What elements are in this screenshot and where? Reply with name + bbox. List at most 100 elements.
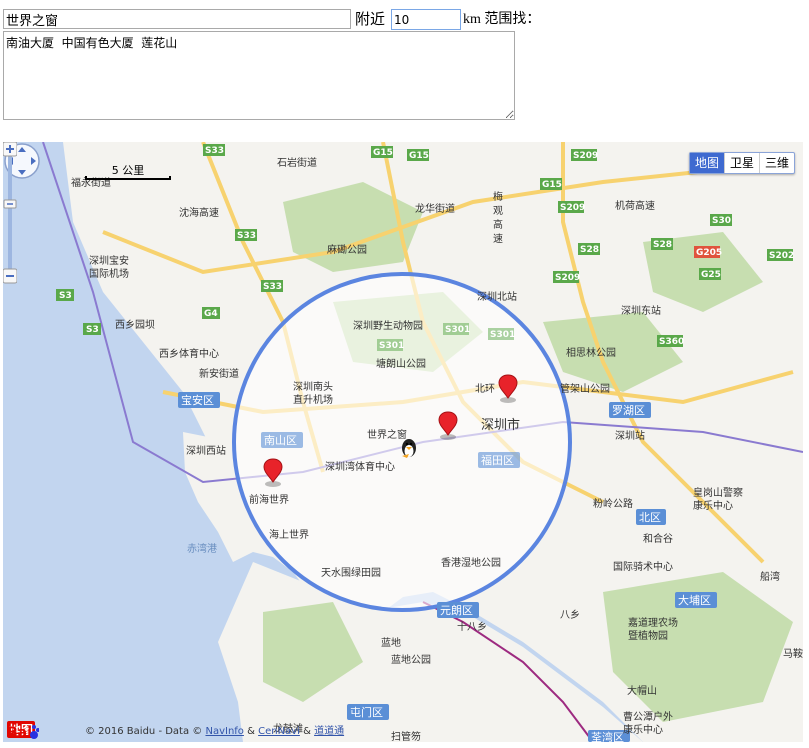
svg-text:G205: G205 [696,248,722,258]
district-tag: 罗湖区 [609,402,651,418]
place-label: 海上世界 [269,528,309,541]
place-label: 嘉道理农场 [628,616,678,629]
place-input[interactable] [3,9,351,29]
place-label: 速 [493,233,503,245]
place-label: 赤湾港 [187,542,217,555]
place-label: 西乡体育中心 [159,347,219,360]
cennavi-link[interactable]: CenNavi [258,726,300,737]
road-badge: S209 [571,149,598,161]
district-tag: 屯门区 [347,704,389,720]
place-label: 西乡园坝 [115,319,155,331]
map-container[interactable]: S33 S33 S33 G15 G15 G15 S209 S209 S209 S… [3,142,803,742]
baidu-logo[interactable]: Bai 地图 [7,721,39,741]
road-badge: S360 [657,335,684,347]
place-label: 直升机场 [293,393,333,406]
road-badge: S301 [443,323,470,335]
place-label: 香港湿地公园 [441,556,501,569]
place-label: 前海世界 [249,493,289,506]
place-label: 深圳站 [615,429,645,442]
place-label: 机荷高速 [615,199,655,212]
road-badge: G25 [699,268,721,280]
place-label: 皇岗山警察 [693,486,743,499]
map-type-button-3d[interactable]: 三维 [758,153,794,173]
zoom-slider-handle[interactable] [3,199,17,209]
road-badge: S33 [235,229,257,241]
place-label: 梅 [493,190,503,203]
road-badge: S209 [558,201,585,213]
svg-text:荃湾区: 荃湾区 [591,730,624,742]
svg-text:屯门区: 屯门区 [350,705,383,719]
road-badge: S301 [377,339,404,351]
place-label: 世界之窗 [367,428,407,441]
district-tag: 宝安区 [178,392,220,408]
place-label: 十八乡 [457,620,487,633]
svg-text:S28: S28 [580,245,599,255]
road-badge: S28 [578,243,600,255]
svg-text:S33: S33 [237,231,256,241]
map-canvas[interactable]: S33 S33 S33 G15 G15 G15 S209 S209 S209 S… [3,142,803,742]
scale-bar [85,176,171,180]
keywords-textarea[interactable]: 南油大厦 中国有色大厦 莲花山 [3,31,515,120]
map-marker[interactable] [438,411,458,440]
place-label: 龙华街道 [415,202,455,215]
place-label: 康乐中心 [693,499,733,512]
road-badge: G15 [371,146,393,158]
zoom-in-icon[interactable] [3,142,17,157]
place-label: 石岩街道 [277,156,317,169]
svg-text:S28: S28 [653,240,672,250]
svg-text:S202: S202 [769,251,794,261]
map-type-button-map[interactable]: 地图 [689,153,724,173]
road-badge: S3 [56,289,74,301]
svg-text:G15: G15 [542,180,562,190]
zoom-out-icon[interactable] [3,268,17,284]
svg-text:福田区: 福田区 [481,453,514,467]
svg-text:S360: S360 [659,337,684,347]
road-badge: S33 [261,280,283,292]
road-badge: S301 [488,328,515,340]
place-label: 深圳东站 [621,304,661,317]
svg-text:南山区: 南山区 [264,434,297,447]
baidu-paw-logo-icon: Bai [7,725,39,741]
map-type-switcher: 地图 卫星 三维 [688,152,795,174]
map-marker[interactable] [498,374,518,403]
map-marker[interactable] [263,458,283,487]
svg-text:S209: S209 [560,203,585,213]
daodaotong-link[interactable]: 道道通 [314,726,344,737]
map-type-button-satellite[interactable]: 卫星 [723,153,759,173]
district-tag: 南山区 [261,432,303,448]
svg-text:S209: S209 [555,273,580,283]
place-label: 国际骑术中心 [613,560,673,573]
place-label: 深圳西站 [186,444,226,457]
place-label: 马鞍 [783,647,803,660]
navinfo-link[interactable]: NavInfo [205,726,243,737]
place-label: 塘朗山公园 [376,357,426,370]
svg-text:宝安区: 宝安区 [181,393,214,407]
place-label: 深圳南头 [293,380,333,393]
place-label: 深圳湾体育中心 [325,460,395,473]
svg-text:S33: S33 [205,146,224,156]
place-label: 麻磡公园 [327,243,367,256]
svg-text:北区: 北区 [639,511,661,524]
svg-text:S209: S209 [573,151,598,161]
road-badge: S202 [767,249,794,261]
road-badge: S28 [651,238,673,250]
place-label: 粉岭公路 [593,497,633,510]
svg-text:S301: S301 [445,325,470,335]
copyright-notice: © 2016 Baidu - Data © NavInfo & CenNavi … [85,722,344,737]
radius-input[interactable] [391,9,461,30]
district-tag: 北区 [636,509,666,525]
district-tag: 大埔区 [675,592,717,608]
road-badge: S3 [83,323,101,335]
svg-text:S3: S3 [59,291,72,301]
place-label: 八乡 [560,609,580,621]
place-label: 高 [493,218,503,231]
place-label: 深圳宝安 [89,254,129,267]
svg-text:G4: G4 [204,309,218,319]
road-badge: G15 [540,178,562,190]
zoom-control[interactable] [3,142,17,284]
range-label: km 范围找： [463,12,541,27]
svg-text:S3: S3 [86,325,99,335]
district-tag: 福田区 [478,452,520,468]
svg-text:S30: S30 [712,216,731,226]
place-label: 大帽山 [627,684,657,697]
